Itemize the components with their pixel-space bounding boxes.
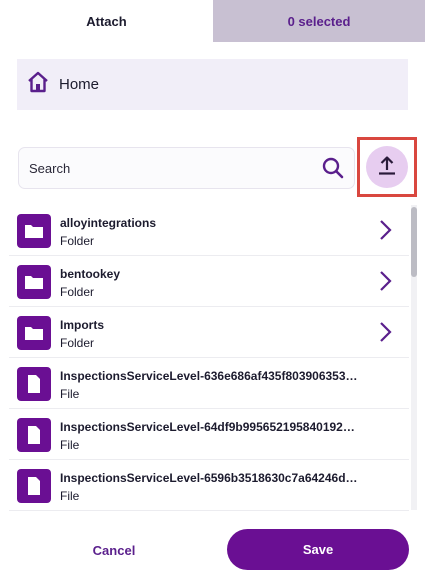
file-icon [17,418,51,452]
file-list: alloyintegrations Folder bentookey Folde… [9,205,409,512]
item-type: File [60,438,80,452]
folder-icon [17,265,51,299]
item-name: bentookey [60,267,121,281]
tab-bar: Attach 0 selected [0,0,425,42]
list-item[interactable]: InspectionsServiceLevel-636e686af435f803… [9,358,409,409]
item-name: InspectionsServiceLevel-64df9b9956521958… [60,420,360,434]
home-icon [27,71,49,98]
search-icon[interactable] [321,156,345,180]
upload-icon [377,155,397,180]
item-type: Folder [60,234,95,248]
upload-button[interactable] [366,146,408,188]
tab-selected[interactable]: 0 selected [213,0,425,42]
list-item[interactable]: bentookey Folder [9,256,409,307]
item-type: Folder [60,336,95,350]
scrollbar-thumb[interactable] [411,207,417,277]
list-item[interactable]: InspectionsServiceLevel-64df9b9956521958… [9,409,409,460]
chevron-right-icon[interactable] [378,219,392,241]
list-item[interactable]: Imports Folder [9,307,409,358]
item-name: InspectionsServiceLevel-6596b3518630c7a6… [60,471,360,485]
item-name: Imports [60,318,105,332]
file-icon [17,469,51,503]
search-input[interactable] [29,160,289,176]
folder-icon [17,214,51,248]
chevron-right-icon[interactable] [378,321,392,343]
file-icon [17,367,51,401]
breadcrumb-home-label: Home [59,76,100,93]
item-name: InspectionsServiceLevel-636e686af435f803… [60,369,360,383]
search-bar [18,147,355,189]
chevron-right-icon[interactable] [378,270,392,292]
breadcrumb[interactable]: Home [17,59,408,110]
tab-attach[interactable]: Attach [0,0,213,42]
item-type: File [60,489,80,503]
item-name: alloyintegrations [60,216,157,230]
list-item[interactable]: alloyintegrations Folder [9,205,409,256]
list-item[interactable]: InspectionsServiceLevel-6596b3518630c7a6… [9,460,409,511]
save-button[interactable]: Save [227,529,409,570]
item-type: File [60,387,80,401]
list-scrollbar[interactable] [411,205,417,510]
cancel-button[interactable]: Cancel [60,530,168,570]
folder-icon [17,316,51,350]
item-type: Folder [60,285,95,299]
